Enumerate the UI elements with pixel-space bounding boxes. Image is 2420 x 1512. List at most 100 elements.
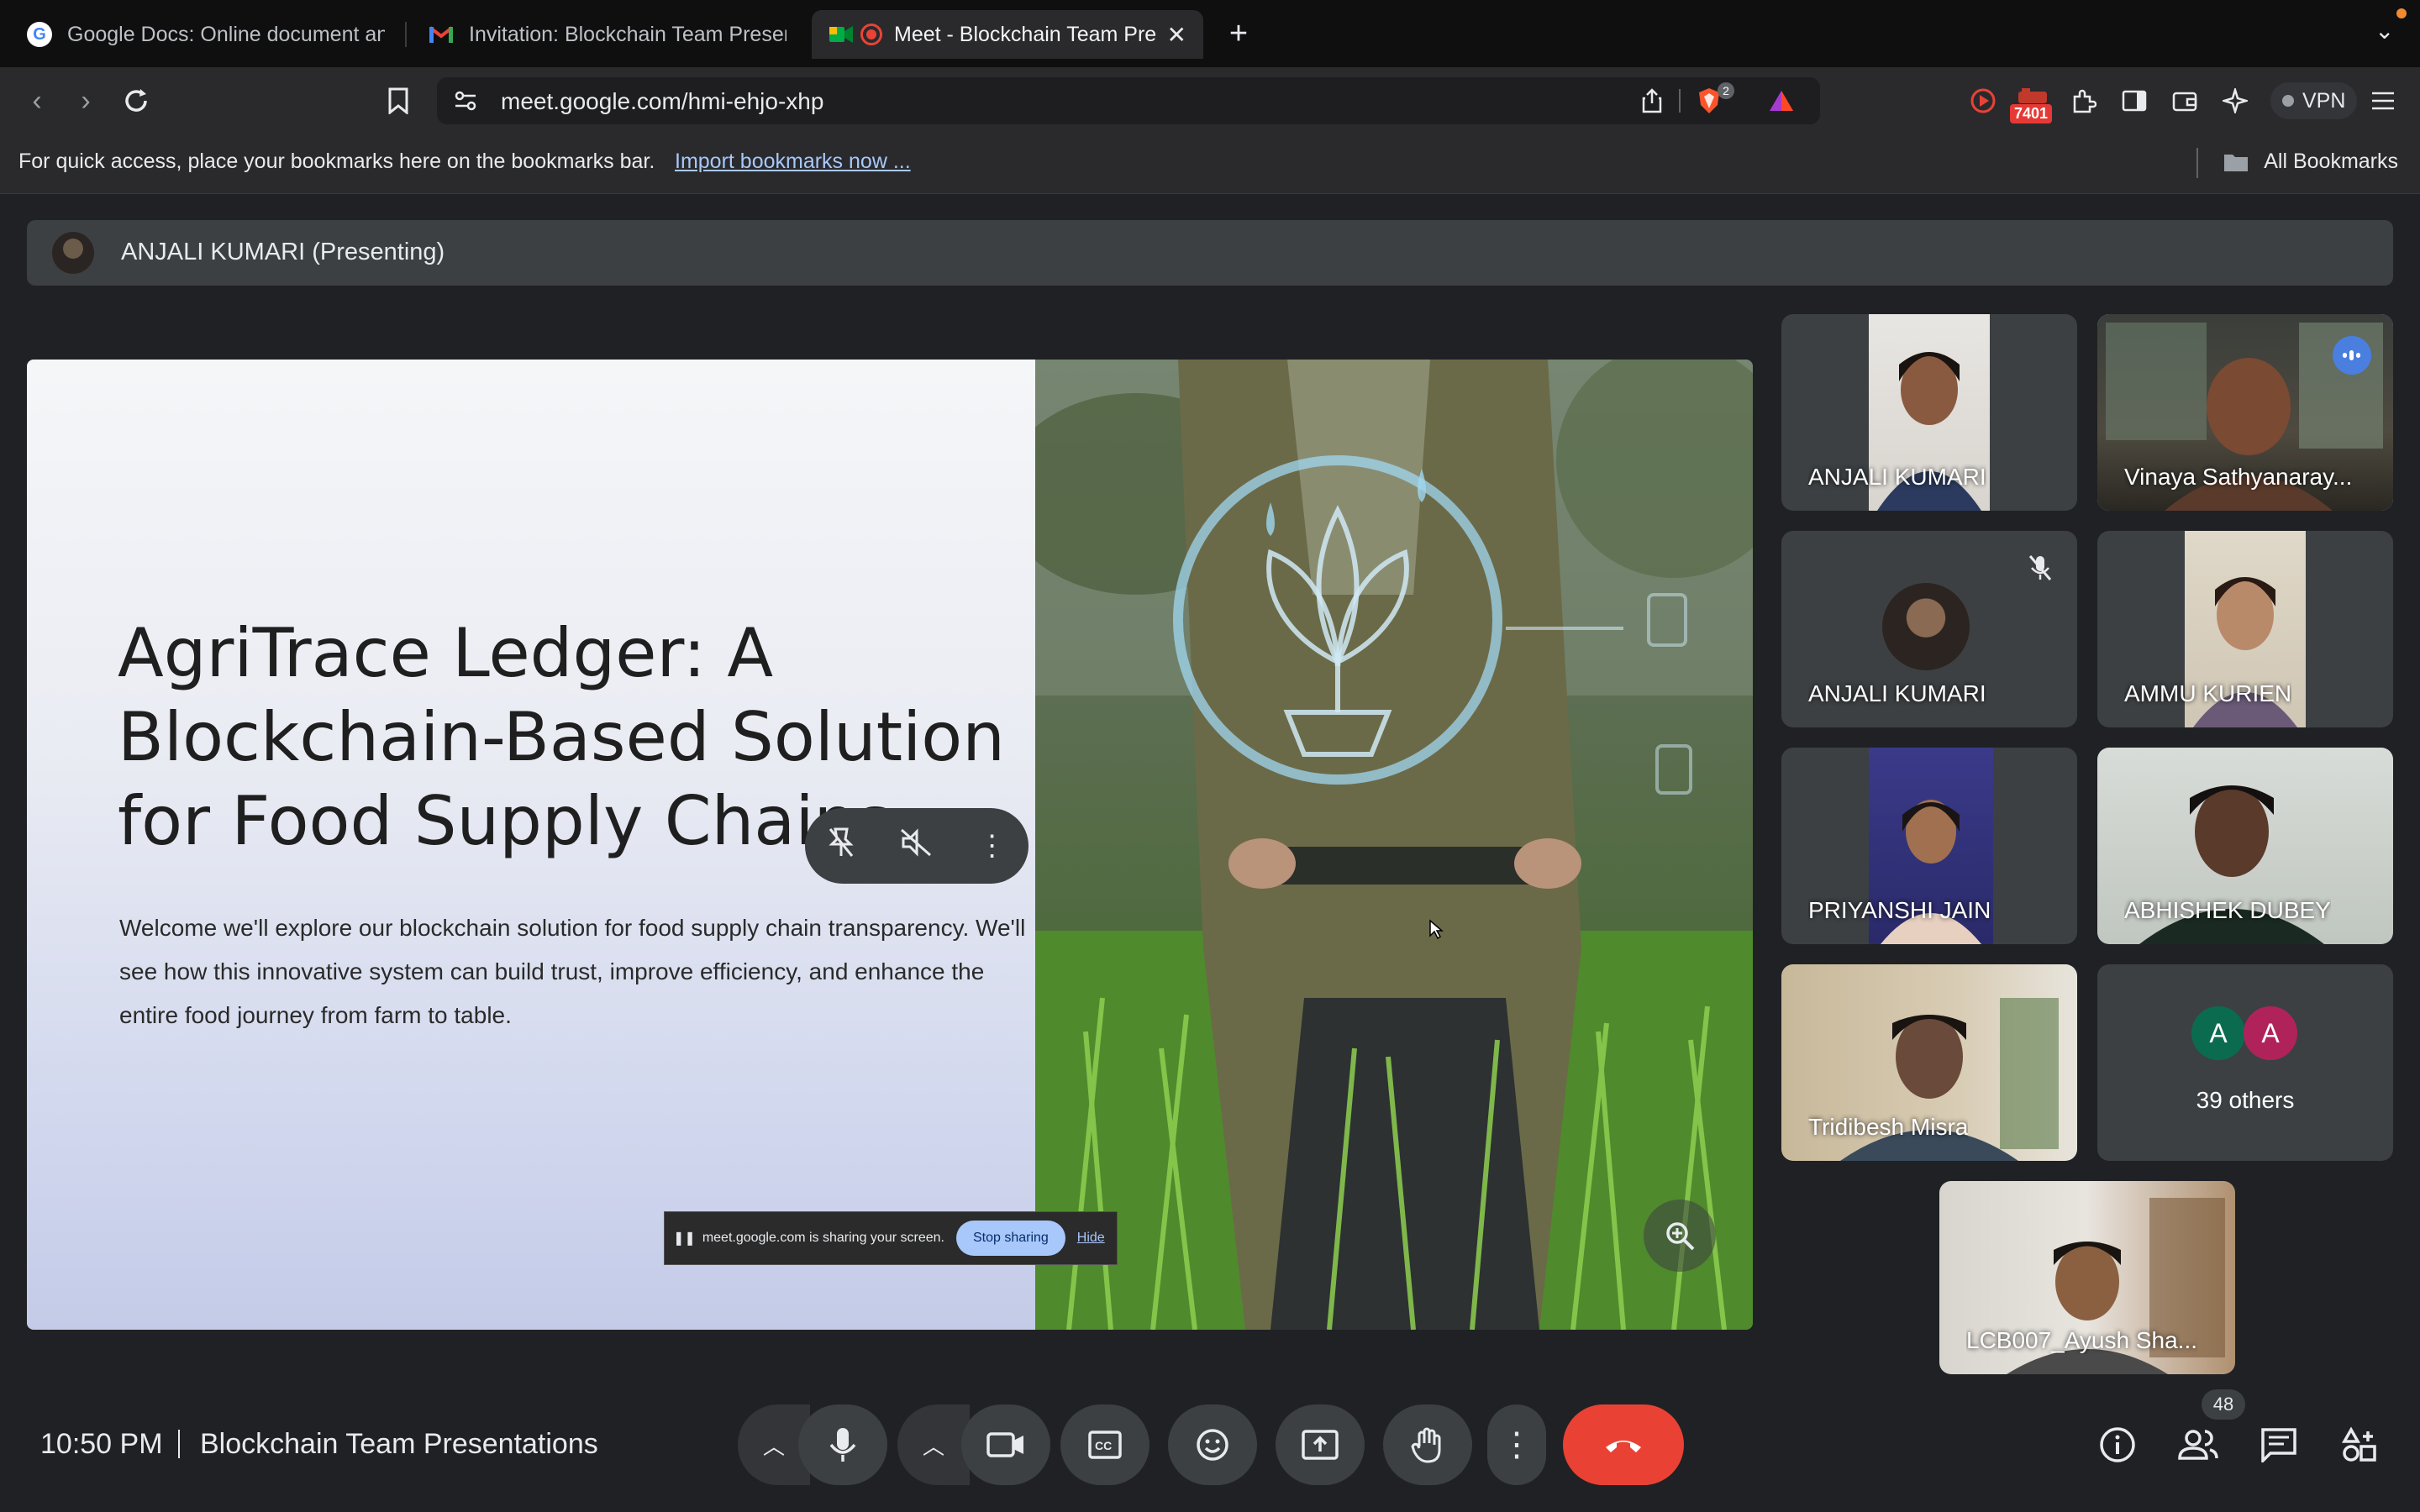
participant-name: ANJALI KUMARI	[1808, 680, 1986, 706]
participant-name: PRIYANSHI JAIN	[1808, 897, 1991, 923]
activities-icon[interactable]	[2338, 1423, 2381, 1467]
bookmarks-hint-text: For quick access, place your bookmarks h…	[18, 150, 655, 173]
tab-gmail-invitation[interactable]: Invitation: Blockchain Team Presentation…	[412, 10, 803, 59]
participant-name: LCB007_Ayush Sha...	[1966, 1327, 2198, 1353]
bookmark-icon[interactable]	[380, 82, 417, 119]
participant-name: Tridibesh Misra	[1808, 1114, 1969, 1140]
vpn-status-icon	[2282, 95, 2294, 107]
close-tab-icon[interactable]: ✕	[1167, 21, 1186, 49]
site-settings-icon[interactable]	[452, 87, 479, 114]
tab-google-docs[interactable]: G Google Docs: Online document and	[10, 10, 402, 59]
presentation-floating-toolbar: ⋮	[805, 808, 1028, 884]
import-bookmarks-link[interactable]: Import bookmarks now ...	[675, 150, 911, 174]
leo-ai-icon[interactable]	[2220, 86, 2250, 116]
tab-title: Meet - Blockchain Team Presentations	[894, 22, 1157, 46]
clock-divider	[178, 1430, 180, 1458]
tab-title: Google Docs: Online document and	[67, 22, 385, 46]
other-avatar: A	[2244, 1006, 2297, 1060]
wallet-icon[interactable]	[2170, 86, 2200, 116]
more-options-button[interactable]: ⋮	[1487, 1404, 1546, 1485]
vpn-button[interactable]: VPN	[2270, 82, 2358, 119]
mouse-cursor-icon	[1428, 919, 1444, 943]
sharing-notice-text: meet.google.com is sharing your screen.	[702, 1231, 944, 1245]
chat-icon[interactable]	[2257, 1423, 2301, 1467]
emoji-icon	[1197, 1429, 1228, 1461]
vpn-label: VPN	[2302, 88, 2346, 113]
slide-farmer-image	[1035, 360, 1753, 1330]
participant-tile[interactable]: ANJALI KUMARI	[1781, 314, 2077, 511]
meeting-title: Blockchain Team Presentations	[200, 1428, 598, 1460]
forward-arrow-icon[interactable]: ›	[67, 82, 104, 119]
muted-mic-icon	[2022, 549, 2059, 586]
raise-hand-button[interactable]	[1383, 1404, 1472, 1485]
all-bookmarks-button[interactable]: All Bookmarks	[2264, 150, 2398, 174]
brave-rewards-icon[interactable]	[1766, 86, 1797, 116]
google-icon: G	[27, 22, 52, 47]
bookmarks-bar: For quick access, place your bookmarks h…	[0, 134, 2420, 194]
recording-indicator-icon	[860, 24, 882, 45]
end-call-icon	[1606, 1441, 1641, 1452]
camera-button[interactable]	[961, 1404, 1050, 1485]
more-options-icon[interactable]: ⋮	[978, 829, 1007, 863]
participant-tile[interactable]: ANJALI KUMARI	[1781, 531, 2077, 727]
participant-name: Vinaya Sathyanaray...	[2124, 464, 2353, 490]
participant-name: AMMU KURIEN	[2124, 680, 2292, 706]
extensions-puzzle-icon[interactable]	[2069, 86, 2099, 116]
presenter-bar[interactable]: ANJALI KUMARI (Presenting)	[27, 220, 2393, 286]
captions-icon: CC	[1088, 1431, 1122, 1459]
bookmarks-divider	[2196, 148, 2198, 178]
url-text: meet.google.com/hmi-ehjo-xhp	[501, 88, 824, 114]
video-settings-chevron-icon[interactable]: ︿	[897, 1404, 970, 1485]
participant-name: ABHISHEK DUBEY	[2124, 897, 2331, 923]
record-extension-icon[interactable]	[1968, 86, 1998, 116]
leave-call-button[interactable]	[1563, 1404, 1684, 1485]
hide-notice-link[interactable]: Hide	[1077, 1231, 1105, 1246]
screen-sharing-notice: ❚❚ meet.google.com is sharing your scree…	[664, 1211, 1118, 1265]
meeting-details-info-icon[interactable]	[2096, 1423, 2139, 1467]
unpin-icon[interactable]	[827, 826, 855, 867]
address-bar[interactable]: meet.google.com/hmi-ehjo-xhp 2	[437, 77, 1820, 124]
participant-tile-active-speaker[interactable]: Vinaya Sathyanaray...	[2097, 314, 2393, 511]
others-count-label: 39 others	[2196, 1087, 2295, 1113]
more-options-icon: ⋮	[1500, 1426, 1534, 1463]
reactions-button[interactable]	[1168, 1404, 1257, 1485]
participant-avatar	[1882, 583, 1970, 670]
others-tile[interactable]: A A 39 others	[2097, 964, 2393, 1161]
share-page-icon[interactable]	[1637, 86, 1667, 116]
main-menu-icon[interactable]	[2368, 86, 2398, 116]
microphone-icon	[829, 1428, 856, 1462]
presenter-label: ANJALI KUMARI (Presenting)	[121, 239, 445, 265]
pause-icon: ❚❚	[673, 1231, 696, 1246]
shields-count-badge: 2	[1718, 82, 1734, 99]
browser-tab-strip: G Google Docs: Online document and Invit…	[0, 0, 2420, 67]
participant-tile[interactable]: Tridibesh Misra	[1781, 964, 2077, 1161]
stop-sharing-button[interactable]: Stop sharing	[955, 1221, 1065, 1256]
captions-button[interactable]: CC	[1060, 1404, 1150, 1485]
zoom-in-icon	[1666, 1222, 1695, 1251]
farmer-illustration	[1035, 360, 1753, 1330]
participant-tile[interactable]: PRIYANSHI JAIN	[1781, 748, 2077, 944]
meet-icon	[829, 22, 854, 47]
zoom-in-button[interactable]	[1644, 1200, 1716, 1272]
participant-name: ANJALI KUMARI	[1808, 464, 1986, 490]
tab-meet[interactable]: Meet - Blockchain Team Presentations ✕	[812, 10, 1203, 59]
reload-icon[interactable]	[118, 82, 155, 119]
participant-tile[interactable]: AMMU KURIEN	[2097, 531, 2393, 727]
back-arrow-icon[interactable]: ‹	[18, 82, 55, 119]
new-tab-button[interactable]: +	[1220, 15, 1257, 52]
video-camera-icon	[986, 1432, 1023, 1457]
participant-tile[interactable]: ABHISHEK DUBEY	[2097, 748, 2393, 944]
meeting-clock: 10:50 PM	[40, 1428, 163, 1460]
microphone-button[interactable]	[798, 1404, 887, 1485]
present-screen-button[interactable]	[1276, 1404, 1365, 1485]
present-icon	[1302, 1430, 1339, 1460]
sidebar-toggle-icon[interactable]	[2119, 86, 2149, 116]
people-icon[interactable]	[2176, 1423, 2220, 1467]
self-view-tile[interactable]: LCB007_Ayush Sha...	[1939, 1181, 2235, 1374]
notification-dot	[2396, 8, 2407, 18]
tab-title: Invitation: Blockchain Team Presentation…	[469, 22, 786, 46]
mute-presentation-audio-icon[interactable]	[900, 827, 934, 864]
tab-search-chevron-icon[interactable]: ⌄	[2375, 17, 2394, 45]
raise-hand-icon	[1411, 1427, 1441, 1463]
tab-divider	[405, 22, 407, 47]
